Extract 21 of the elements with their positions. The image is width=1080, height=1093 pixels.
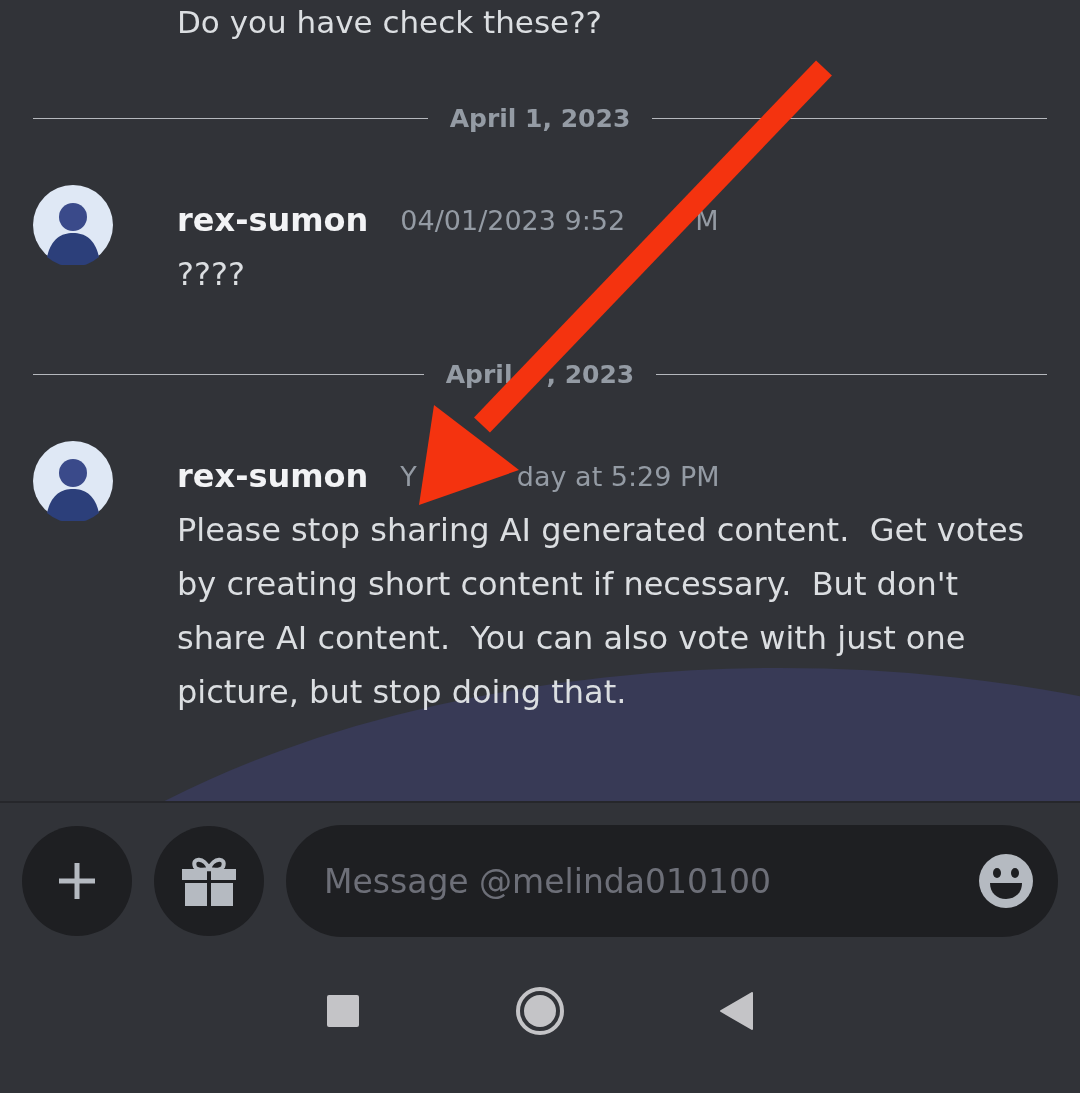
plus-icon <box>57 861 97 901</box>
message-text: ???? <box>177 254 246 295</box>
emoji-icon[interactable] <box>978 853 1034 909</box>
avatar[interactable] <box>33 185 113 265</box>
home-icon[interactable] <box>515 986 565 1036</box>
message-input[interactable]: Message @melinda010100 <box>322 860 978 902</box>
message-text: Do you have check these?? <box>176 3 604 42</box>
message-text: Please stop sharing AI generated content. Get votes by creating short content if necessary. But don't share AI content. You can also vote with just one picture, but stop doing that. <box>177 510 1026 713</box>
timestamp: 04/01/2023 9:52 <box>400 204 626 236</box>
recents-icon[interactable] <box>326 994 360 1028</box>
timestamp: Y <box>400 460 417 492</box>
gift-icon <box>181 855 237 907</box>
avatar[interactable] <box>33 441 113 521</box>
date-label: April 1, 2023 <box>449 103 631 133</box>
back-icon[interactable] <box>720 992 754 1030</box>
date-label: April <box>445 359 513 389</box>
username: rex-sumon <box>177 457 369 495</box>
date-label: , 2023 <box>546 359 635 389</box>
timestamp: day at 5:29 PM <box>516 460 720 492</box>
username: rex-sumon <box>177 201 369 239</box>
message-field[interactable]: Message @melinda010100 <box>286 825 1058 937</box>
